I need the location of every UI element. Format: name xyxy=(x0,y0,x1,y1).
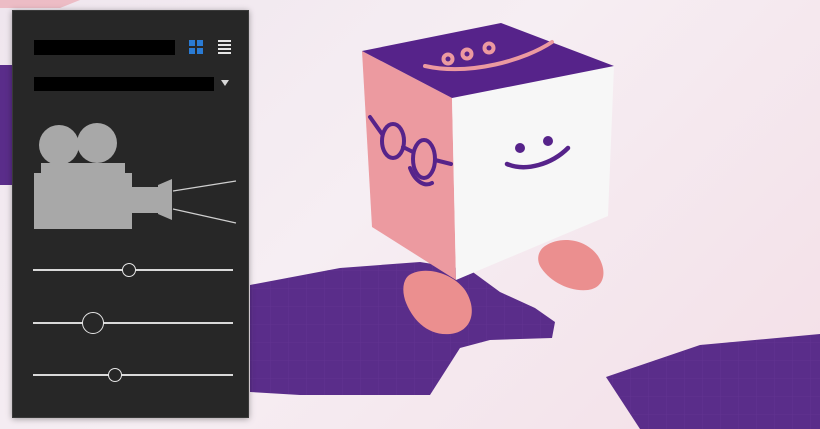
cube-foot-right xyxy=(538,240,604,291)
slider-track xyxy=(33,374,233,376)
slider-thumb[interactable] xyxy=(82,312,104,334)
floor-shadow xyxy=(250,262,820,429)
slider-track xyxy=(33,322,233,324)
slider-2[interactable] xyxy=(33,311,233,335)
chevron-down-icon[interactable] xyxy=(221,80,229,86)
slider-thumb[interactable] xyxy=(108,368,122,382)
camera-properties-panel xyxy=(12,10,249,418)
slider-thumb[interactable] xyxy=(122,263,136,277)
grid-view-icon[interactable] xyxy=(189,40,205,56)
camera-preset-select[interactable] xyxy=(34,77,214,91)
camera-name-field[interactable] xyxy=(34,40,175,55)
movie-camera-icon xyxy=(34,123,237,229)
list-view-icon[interactable] xyxy=(218,40,234,56)
slider-3[interactable] xyxy=(33,363,233,387)
slider-1[interactable] xyxy=(33,258,233,282)
